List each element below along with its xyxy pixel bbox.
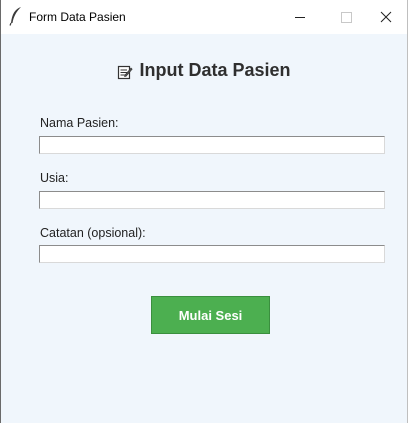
close-icon (380, 11, 392, 23)
start-session-button[interactable]: Mulai Sesi (151, 296, 270, 334)
title-bar[interactable]: Form Data Pasien (1, 0, 407, 34)
catatan-label: Catatan (opsional): (40, 226, 146, 240)
app-window: Form Data Pasien Input Data Pasien Nama … (0, 0, 408, 423)
form-heading: Input Data Pasien (1, 60, 407, 81)
window-title: Form Data Pasien (29, 10, 126, 24)
catatan-input[interactable] (39, 245, 385, 263)
nama-pasien-input[interactable] (39, 136, 385, 154)
memo-icon (118, 65, 134, 79)
minimize-icon (295, 16, 305, 18)
usia-label: Usia: (40, 171, 69, 185)
maximize-icon (340, 11, 352, 23)
form-heading-text: Input Data Pasien (139, 60, 291, 80)
feather-icon (9, 7, 21, 26)
nama-pasien-label: Nama Pasien: (40, 116, 119, 130)
close-button[interactable] (363, 0, 409, 34)
usia-input[interactable] (39, 191, 385, 209)
minimize-button[interactable] (277, 0, 323, 34)
